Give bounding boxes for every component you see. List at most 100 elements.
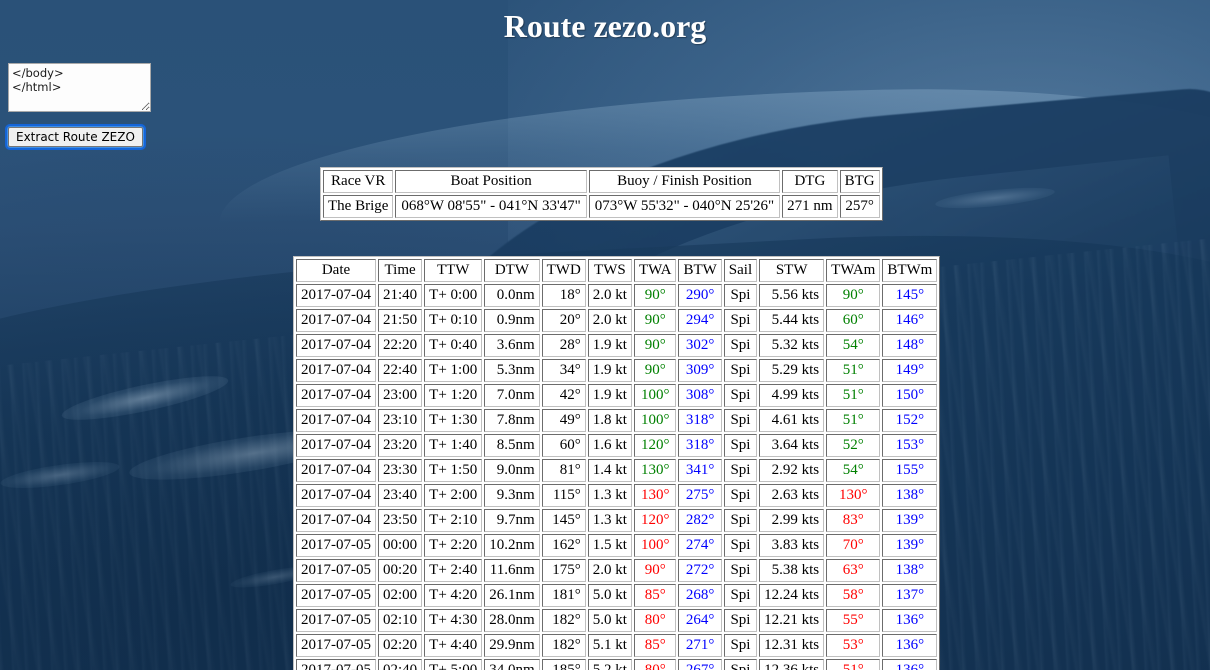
route-cell-time: 21:50 bbox=[378, 309, 423, 332]
route-cell-stw: 5.29 kts bbox=[759, 359, 825, 382]
route-cell-sail: Spi bbox=[723, 584, 758, 607]
route-cell-btwm: 139° bbox=[882, 509, 938, 532]
col-header-tws: TWS bbox=[587, 259, 632, 282]
route-table: Date Time TTW DTW TWD TWS TWA BTW Sail S… bbox=[293, 256, 941, 670]
route-cell-stw: 12.36 kts bbox=[759, 659, 825, 670]
route-cell-twd: 182° bbox=[541, 609, 586, 632]
route-cell-dtw: 7.0nm bbox=[484, 384, 540, 407]
route-cell-ttw: T+ 1:40 bbox=[424, 434, 483, 457]
table-row: 2017-07-04 23:50 T+ 2:10 9.7nm 145° 1.3 kt 120… bbox=[296, 509, 938, 532]
route-cell-date: 2017-07-04 bbox=[296, 284, 376, 307]
route-cell-twa: 90° bbox=[633, 359, 677, 382]
route-cell-date: 2017-07-04 bbox=[296, 434, 376, 457]
route-cell-tws: 1.3 kt bbox=[587, 484, 632, 507]
route-cell-btw: 294° bbox=[678, 309, 722, 332]
route-cell-btw: 272° bbox=[678, 559, 722, 582]
table-row: 2017-07-05 02:00 T+ 4:20 26.1nm 181° 5.0 kt 85… bbox=[296, 584, 938, 607]
route-cell-dtw: 0.0nm bbox=[484, 284, 540, 307]
col-header-twam: TWAm bbox=[826, 259, 881, 282]
route-cell-twa: 100° bbox=[633, 409, 677, 432]
route-cell-sail: Spi bbox=[723, 359, 758, 382]
route-cell-time: 23:50 bbox=[378, 509, 423, 532]
route-cell-ttw: T+ 2:00 bbox=[424, 484, 483, 507]
route-cell-tws: 1.4 kt bbox=[587, 459, 632, 482]
route-cell-btw: 318° bbox=[678, 434, 722, 457]
route-cell-date: 2017-07-05 bbox=[296, 609, 376, 632]
route-cell-twa: 120° bbox=[633, 434, 677, 457]
route-cell-twd: 181° bbox=[541, 584, 586, 607]
route-cell-date: 2017-07-05 bbox=[296, 534, 376, 557]
page-title: Route zezo.org bbox=[503, 8, 707, 44]
route-cell-sail: Spi bbox=[723, 284, 758, 307]
route-cell-twa: 90° bbox=[633, 559, 677, 582]
route-cell-ttw: T+ 2:40 bbox=[424, 559, 483, 582]
route-cell-time: 23:10 bbox=[378, 409, 423, 432]
route-cell-btwm: 137° bbox=[882, 584, 938, 607]
route-cell-sail: Spi bbox=[723, 409, 758, 432]
route-cell-twa: 90° bbox=[633, 309, 677, 332]
table-row: 2017-07-05 02:20 T+ 4:40 29.9nm 182° 5.1 kt 85… bbox=[296, 634, 938, 657]
route-cell-time: 21:40 bbox=[378, 284, 423, 307]
table-row: 2017-07-04 22:40 T+ 1:00 5.3nm 34° 1.9 kt 90° 3… bbox=[296, 359, 938, 382]
route-cell-btw: 308° bbox=[678, 384, 722, 407]
page-root: Route zezo.org </body> </html> Extract R… bbox=[0, 0, 1210, 670]
route-cell-twa: 90° bbox=[633, 334, 677, 357]
route-cell-date: 2017-07-05 bbox=[296, 584, 376, 607]
boat-position-cell: 068°W 08'55" - 041°N 33'47" bbox=[395, 195, 587, 218]
route-cell-ttw: T+ 0:00 bbox=[424, 284, 483, 307]
route-cell-dtw: 5.3nm bbox=[484, 359, 540, 382]
route-table-container: Date Time TTW DTW TWD TWS TWA BTW Sail S… bbox=[293, 256, 941, 670]
race-header-race: Race VR bbox=[323, 170, 394, 193]
route-cell-btwm: 138° bbox=[882, 484, 938, 507]
route-cell-btwm: 138° bbox=[882, 559, 938, 582]
route-cell-twd: 42° bbox=[541, 384, 586, 407]
route-cell-date: 2017-07-04 bbox=[296, 484, 376, 507]
table-row: 2017-07-04 21:40 T+ 0:00 0.0nm 18° 2.0 kt 90° 2… bbox=[296, 284, 938, 307]
route-cell-tws: 1.9 kt bbox=[587, 359, 632, 382]
paste-html-textarea[interactable]: </body> </html> bbox=[8, 63, 151, 112]
route-cell-btw: 264° bbox=[678, 609, 722, 632]
extract-route-zezo-button[interactable]: Extract Route ZEZO bbox=[5, 124, 146, 150]
route-cell-tws: 5.1 kt bbox=[587, 634, 632, 657]
table-row: 2017-07-04 23:20 T+ 1:40 8.5nm 60° 1.6 kt 120°… bbox=[296, 434, 938, 457]
route-cell-dtw: 7.8nm bbox=[484, 409, 540, 432]
route-cell-btw: 267° bbox=[678, 659, 722, 670]
col-header-twa: TWA bbox=[633, 259, 677, 282]
route-cell-btwm: 136° bbox=[882, 659, 938, 670]
route-cell-twam: 51° bbox=[826, 359, 881, 382]
route-cell-twam: 63° bbox=[826, 559, 881, 582]
route-cell-ttw: T+ 2:20 bbox=[424, 534, 483, 557]
route-cell-tws: 2.0 kt bbox=[587, 559, 632, 582]
route-cell-time: 02:00 bbox=[378, 584, 423, 607]
route-cell-time: 00:00 bbox=[378, 534, 423, 557]
route-cell-btw: 290° bbox=[678, 284, 722, 307]
route-cell-twd: 60° bbox=[541, 434, 586, 457]
route-cell-twd: 175° bbox=[541, 559, 586, 582]
route-cell-twd: 145° bbox=[541, 509, 586, 532]
route-cell-twa: 100° bbox=[633, 384, 677, 407]
route-cell-tws: 1.8 kt bbox=[587, 409, 632, 432]
route-cell-sail: Spi bbox=[723, 609, 758, 632]
route-cell-twd: 115° bbox=[541, 484, 586, 507]
route-cell-tws: 1.6 kt bbox=[587, 434, 632, 457]
race-name-cell: The Brige bbox=[323, 195, 394, 218]
route-cell-tws: 2.0 kt bbox=[587, 284, 632, 307]
route-cell-sail: Spi bbox=[723, 334, 758, 357]
route-cell-btwm: 155° bbox=[882, 459, 938, 482]
table-row: 2017-07-04 23:10 T+ 1:30 7.8nm 49° 1.8 kt 100°… bbox=[296, 409, 938, 432]
route-cell-twa: 85° bbox=[633, 584, 677, 607]
route-cell-stw: 5.44 kts bbox=[759, 309, 825, 332]
route-cell-sail: Spi bbox=[723, 484, 758, 507]
race-summary-table: Race VR Boat Position Buoy / Finish Posi… bbox=[320, 167, 883, 221]
route-cell-btwm: 150° bbox=[882, 384, 938, 407]
route-cell-twa: 100° bbox=[633, 534, 677, 557]
route-cell-twd: 81° bbox=[541, 459, 586, 482]
route-cell-dtw: 9.0nm bbox=[484, 459, 540, 482]
route-cell-btwm: 146° bbox=[882, 309, 938, 332]
route-cell-dtw: 9.7nm bbox=[484, 509, 540, 532]
route-cell-tws: 5.0 kt bbox=[587, 584, 632, 607]
race-summary-header-row: Race VR Boat Position Buoy / Finish Posi… bbox=[323, 170, 880, 193]
route-cell-twam: 51° bbox=[826, 409, 881, 432]
route-cell-twd: 162° bbox=[541, 534, 586, 557]
route-cell-time: 23:30 bbox=[378, 459, 423, 482]
